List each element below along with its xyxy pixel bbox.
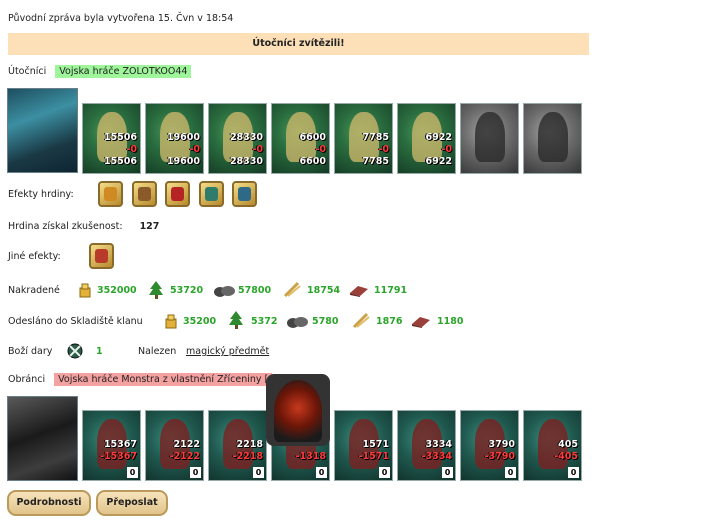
- attacker-hero-portrait[interactable]: [7, 88, 78, 173]
- loot-ore-value: 57800: [238, 285, 272, 296]
- effect-icon[interactable]: [165, 181, 190, 207]
- attacker-unit[interactable]: 19600 -0 19600: [145, 103, 204, 174]
- loot-wheat-value: 18754: [307, 285, 341, 296]
- brick-icon: [348, 283, 370, 299]
- sword-icon[interactable]: [89, 243, 114, 269]
- loot-brick-value: 11791: [374, 285, 408, 296]
- attacker-unit-empty[interactable]: [523, 103, 582, 174]
- loot-wood-value: 53720: [170, 285, 204, 296]
- attacker-unit[interactable]: 6922 -0 6922: [397, 103, 456, 174]
- battle-result-banner: Útočníci zvítězili!: [8, 33, 589, 55]
- experience-line: Hrdina získal zkušenost: 127: [8, 221, 159, 232]
- wood-icon: [148, 281, 164, 299]
- ore-icon: [214, 283, 236, 299]
- attacker-unit[interactable]: 7785 -0 7785: [334, 103, 393, 174]
- effect-icon[interactable]: [98, 181, 123, 207]
- attacker-units-row: 15506 -0 15506 19600 -0 19600 28330 -0 28330 6…: [82, 103, 602, 175]
- gift-icon: [67, 343, 83, 359]
- gifts-label: Boží dary: [8, 346, 53, 357]
- defender-unit[interactable]: 1571 -1571 0: [334, 410, 393, 481]
- defender-unit[interactable]: 2218 -2218 0: [208, 410, 267, 481]
- wheat-icon: [352, 311, 370, 329]
- gifts-value: 1: [96, 346, 103, 357]
- attacker-unit-empty[interactable]: [460, 103, 519, 174]
- clan-ore-value: 5780: [312, 316, 339, 327]
- clan-gold-value: 35200: [183, 316, 217, 327]
- wood-icon: [228, 311, 244, 329]
- defender-unit[interactable]: 3334 -3334 0: [397, 410, 456, 481]
- clan-brick-value: 1180: [437, 316, 464, 327]
- defender-unit[interactable]: 405 -405 0: [523, 410, 582, 481]
- found-label: Nalezen: [138, 346, 177, 357]
- attackers-label: Útočníci: [8, 66, 47, 77]
- attacker-unit[interactable]: 6600 -0 6600: [271, 103, 330, 174]
- other-effects-label: Jiné efekty:: [8, 251, 61, 262]
- attacker-army-tag: Vojska hráče ZOLOTKOO44: [55, 65, 192, 78]
- shield-icon[interactable]: [199, 181, 224, 207]
- report-created-line: Původní zpráva byla vytvořena 15. Čvn v …: [8, 13, 234, 24]
- hooded-unit-icon: [274, 380, 322, 442]
- defender-unit[interactable]: 3790 -3790 0: [460, 410, 519, 481]
- loot-label: Nakradené: [8, 285, 60, 296]
- defender-unit[interactable]: 2122 -2122 0: [145, 410, 204, 481]
- unit-hover-tooltip: [266, 374, 330, 446]
- clan-storage-label: Odesláno do Skladiště klanu: [8, 316, 143, 327]
- gold-icon: [77, 282, 93, 298]
- attackers-line: Útočníci Vojska hráče ZOLOTKOO44: [8, 65, 192, 78]
- effect-icon[interactable]: [232, 181, 257, 207]
- forward-button[interactable]: Přeposlat: [96, 490, 168, 516]
- defenders-line: Obránci Vojska hráče Monstra z vlastnění…: [8, 373, 273, 386]
- defender-army-tag: Vojska hráče Monstra z vlastnění Zříceni…: [54, 373, 273, 386]
- defender-units-row: 15367 -15367 0 2122 -2122 0 2218 -2218 0 -1318…: [82, 410, 602, 482]
- details-button[interactable]: Podrobnosti: [7, 490, 91, 516]
- loot-gold-value: 352000: [97, 285, 137, 296]
- defender-hero-portrait[interactable]: [7, 396, 78, 481]
- experience-label: Hrdina získal zkušenost:: [8, 221, 123, 232]
- clan-wood-value: 5372: [251, 316, 278, 327]
- found-item-link[interactable]: magický předmět: [186, 346, 269, 357]
- wheat-icon: [283, 280, 301, 298]
- experience-value: 127: [139, 221, 160, 232]
- defender-unit[interactable]: 15367 -15367 0: [82, 410, 141, 481]
- defenders-label: Obránci: [8, 374, 46, 385]
- attacker-unit[interactable]: 15506 -0 15506: [82, 103, 141, 174]
- brick-icon: [410, 314, 432, 330]
- hero-effects-label: Efekty hrdiny:: [8, 189, 74, 200]
- attacker-unit[interactable]: 28330 -0 28330: [208, 103, 267, 174]
- ore-icon: [287, 314, 309, 330]
- clan-wheat-value: 1876: [376, 316, 403, 327]
- gold-icon: [163, 313, 179, 329]
- effect-icon[interactable]: [132, 181, 157, 207]
